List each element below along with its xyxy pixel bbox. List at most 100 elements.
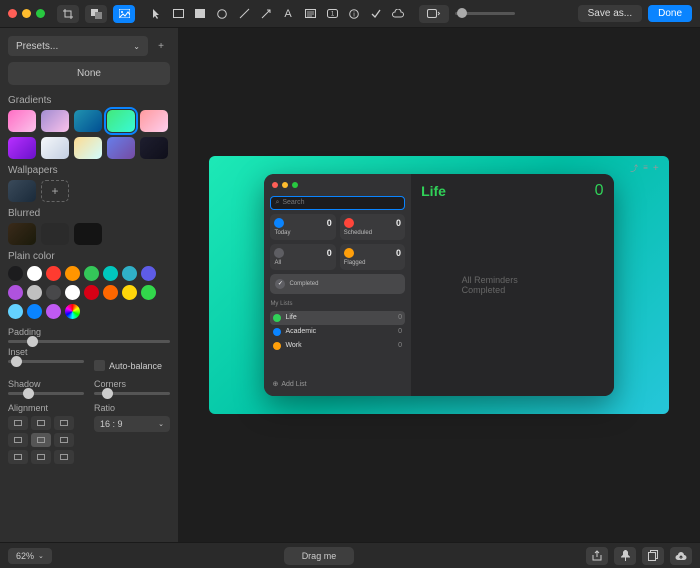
completed-box[interactable]: ✓ Completed bbox=[270, 274, 405, 294]
align-mid-center[interactable] bbox=[31, 433, 51, 447]
gradient-swatch[interactable] bbox=[8, 137, 36, 159]
color-swatch[interactable] bbox=[46, 266, 61, 281]
inset-slider[interactable] bbox=[8, 360, 84, 363]
padding-slider[interactable] bbox=[8, 340, 170, 343]
color-swatch[interactable] bbox=[27, 304, 42, 319]
number-tool[interactable]: 1 bbox=[324, 6, 340, 22]
device-frame-dropdown[interactable] bbox=[419, 5, 449, 23]
text-tool[interactable]: A bbox=[280, 6, 296, 22]
color-swatch[interactable] bbox=[141, 266, 156, 281]
drag-me-handle[interactable]: Drag me bbox=[284, 547, 355, 565]
align-bot-center[interactable] bbox=[31, 450, 51, 464]
align-mid-right[interactable] bbox=[54, 433, 74, 447]
overlay-tool-button[interactable] bbox=[85, 5, 107, 23]
align-top-right[interactable] bbox=[54, 416, 74, 430]
blurred-swatch[interactable] bbox=[8, 223, 36, 245]
corners-slider[interactable] bbox=[94, 392, 170, 395]
color-swatch[interactable] bbox=[8, 304, 23, 319]
smart-list-today[interactable]: 0Today bbox=[270, 214, 335, 240]
zoom-dropdown[interactable]: 62% ⌄ bbox=[8, 548, 52, 564]
align-mid-left[interactable] bbox=[8, 433, 28, 447]
smart-list-flagged[interactable]: 0 Flagged bbox=[340, 244, 405, 270]
window-traffic-lights[interactable] bbox=[8, 9, 45, 18]
blurred-grid bbox=[8, 223, 170, 245]
color-swatch[interactable] bbox=[122, 285, 137, 300]
smart-list-scheduled[interactable]: 0Scheduled bbox=[340, 214, 405, 240]
ratio-dropdown[interactable]: 16 : 9 ⌄ bbox=[94, 416, 170, 432]
color-swatch[interactable] bbox=[65, 266, 80, 281]
color-swatch[interactable] bbox=[8, 285, 23, 300]
minimize-window-icon[interactable] bbox=[22, 9, 31, 18]
close-window-icon[interactable] bbox=[8, 9, 17, 18]
canvas-area[interactable]: ⤴ ≡ + ⌕ Search 0Today0Scheduled0All0Flag… bbox=[178, 28, 700, 542]
gradient-swatch[interactable] bbox=[8, 110, 36, 132]
color-swatch[interactable] bbox=[84, 266, 99, 281]
align-bot-left[interactable] bbox=[8, 450, 28, 464]
color-swatch[interactable] bbox=[65, 285, 80, 300]
crop-tool-button[interactable] bbox=[57, 5, 79, 23]
list-label: Flagged bbox=[344, 260, 401, 266]
pointer-tool[interactable] bbox=[148, 6, 164, 22]
cloud-upload-button[interactable] bbox=[670, 547, 692, 565]
blurred-swatch[interactable] bbox=[41, 223, 69, 245]
color-swatch[interactable] bbox=[46, 285, 61, 300]
add-wallpaper-button[interactable]: + bbox=[41, 180, 69, 202]
list-item[interactable]: Life0 bbox=[270, 311, 405, 325]
fill-rect-tool[interactable] bbox=[192, 6, 208, 22]
rect-tool[interactable] bbox=[170, 6, 186, 22]
save-as-button[interactable]: Save as... bbox=[578, 5, 642, 22]
color-swatch[interactable] bbox=[103, 285, 118, 300]
line-tool[interactable] bbox=[236, 6, 252, 22]
list-item[interactable]: Academic0 bbox=[270, 325, 405, 339]
color-swatch[interactable] bbox=[8, 266, 23, 281]
presets-dropdown[interactable]: Presets... ⌄ bbox=[8, 36, 148, 56]
add-preset-button[interactable]: + bbox=[152, 36, 170, 56]
checkmark-tool[interactable] bbox=[368, 6, 384, 22]
gradient-swatch[interactable] bbox=[140, 110, 168, 132]
maximize-window-icon[interactable] bbox=[36, 9, 45, 18]
none-background-button[interactable]: None bbox=[8, 62, 170, 85]
gradient-swatch[interactable] bbox=[41, 110, 69, 132]
align-top-center[interactable] bbox=[31, 416, 51, 430]
gradient-swatch[interactable] bbox=[74, 110, 102, 132]
gradient-swatch[interactable] bbox=[140, 137, 168, 159]
align-bot-right[interactable] bbox=[54, 450, 74, 464]
align-top-left[interactable] bbox=[8, 416, 28, 430]
list-count: 0 bbox=[396, 248, 401, 258]
list-color-dot bbox=[273, 342, 281, 350]
smart-list-all[interactable]: 0All bbox=[270, 244, 335, 270]
color-swatch[interactable] bbox=[65, 304, 80, 319]
export-share-button[interactable] bbox=[586, 547, 608, 565]
arrow-tool[interactable] bbox=[258, 6, 274, 22]
gradient-swatch[interactable] bbox=[107, 110, 135, 132]
background-tool-button[interactable] bbox=[113, 5, 135, 23]
blurred-swatch[interactable] bbox=[74, 223, 102, 245]
app-search-input[interactable]: ⌕ Search bbox=[270, 196, 405, 210]
gradient-swatch[interactable] bbox=[74, 137, 102, 159]
color-swatch[interactable] bbox=[46, 304, 61, 319]
stroke-width-slider[interactable] bbox=[455, 12, 515, 15]
color-swatch[interactable] bbox=[141, 285, 156, 300]
color-swatch[interactable] bbox=[27, 285, 42, 300]
pin-button[interactable] bbox=[614, 547, 636, 565]
gradient-swatch[interactable] bbox=[107, 137, 135, 159]
info-tool[interactable]: i bbox=[346, 6, 362, 22]
add-list-button[interactable]: ⊕ Add List bbox=[270, 378, 405, 390]
overlay-icon bbox=[91, 9, 102, 19]
list-item[interactable]: Work0 bbox=[270, 339, 405, 353]
color-swatch[interactable] bbox=[122, 266, 137, 281]
cloud-tool[interactable] bbox=[390, 6, 406, 22]
auto-balance-checkbox[interactable] bbox=[94, 360, 105, 371]
shadow-slider[interactable] bbox=[8, 392, 84, 395]
done-button[interactable]: Done bbox=[648, 5, 692, 22]
gradients-grid bbox=[8, 110, 170, 159]
color-swatch[interactable] bbox=[27, 266, 42, 281]
redact-tool[interactable] bbox=[302, 6, 318, 22]
wallpaper-swatch[interactable] bbox=[8, 180, 36, 202]
circle-tool[interactable] bbox=[214, 6, 230, 22]
copy-button[interactable] bbox=[642, 547, 664, 565]
color-swatch[interactable] bbox=[103, 266, 118, 281]
gradient-swatch[interactable] bbox=[41, 137, 69, 159]
app-traffic-lights bbox=[270, 180, 405, 192]
color-swatch[interactable] bbox=[84, 285, 99, 300]
